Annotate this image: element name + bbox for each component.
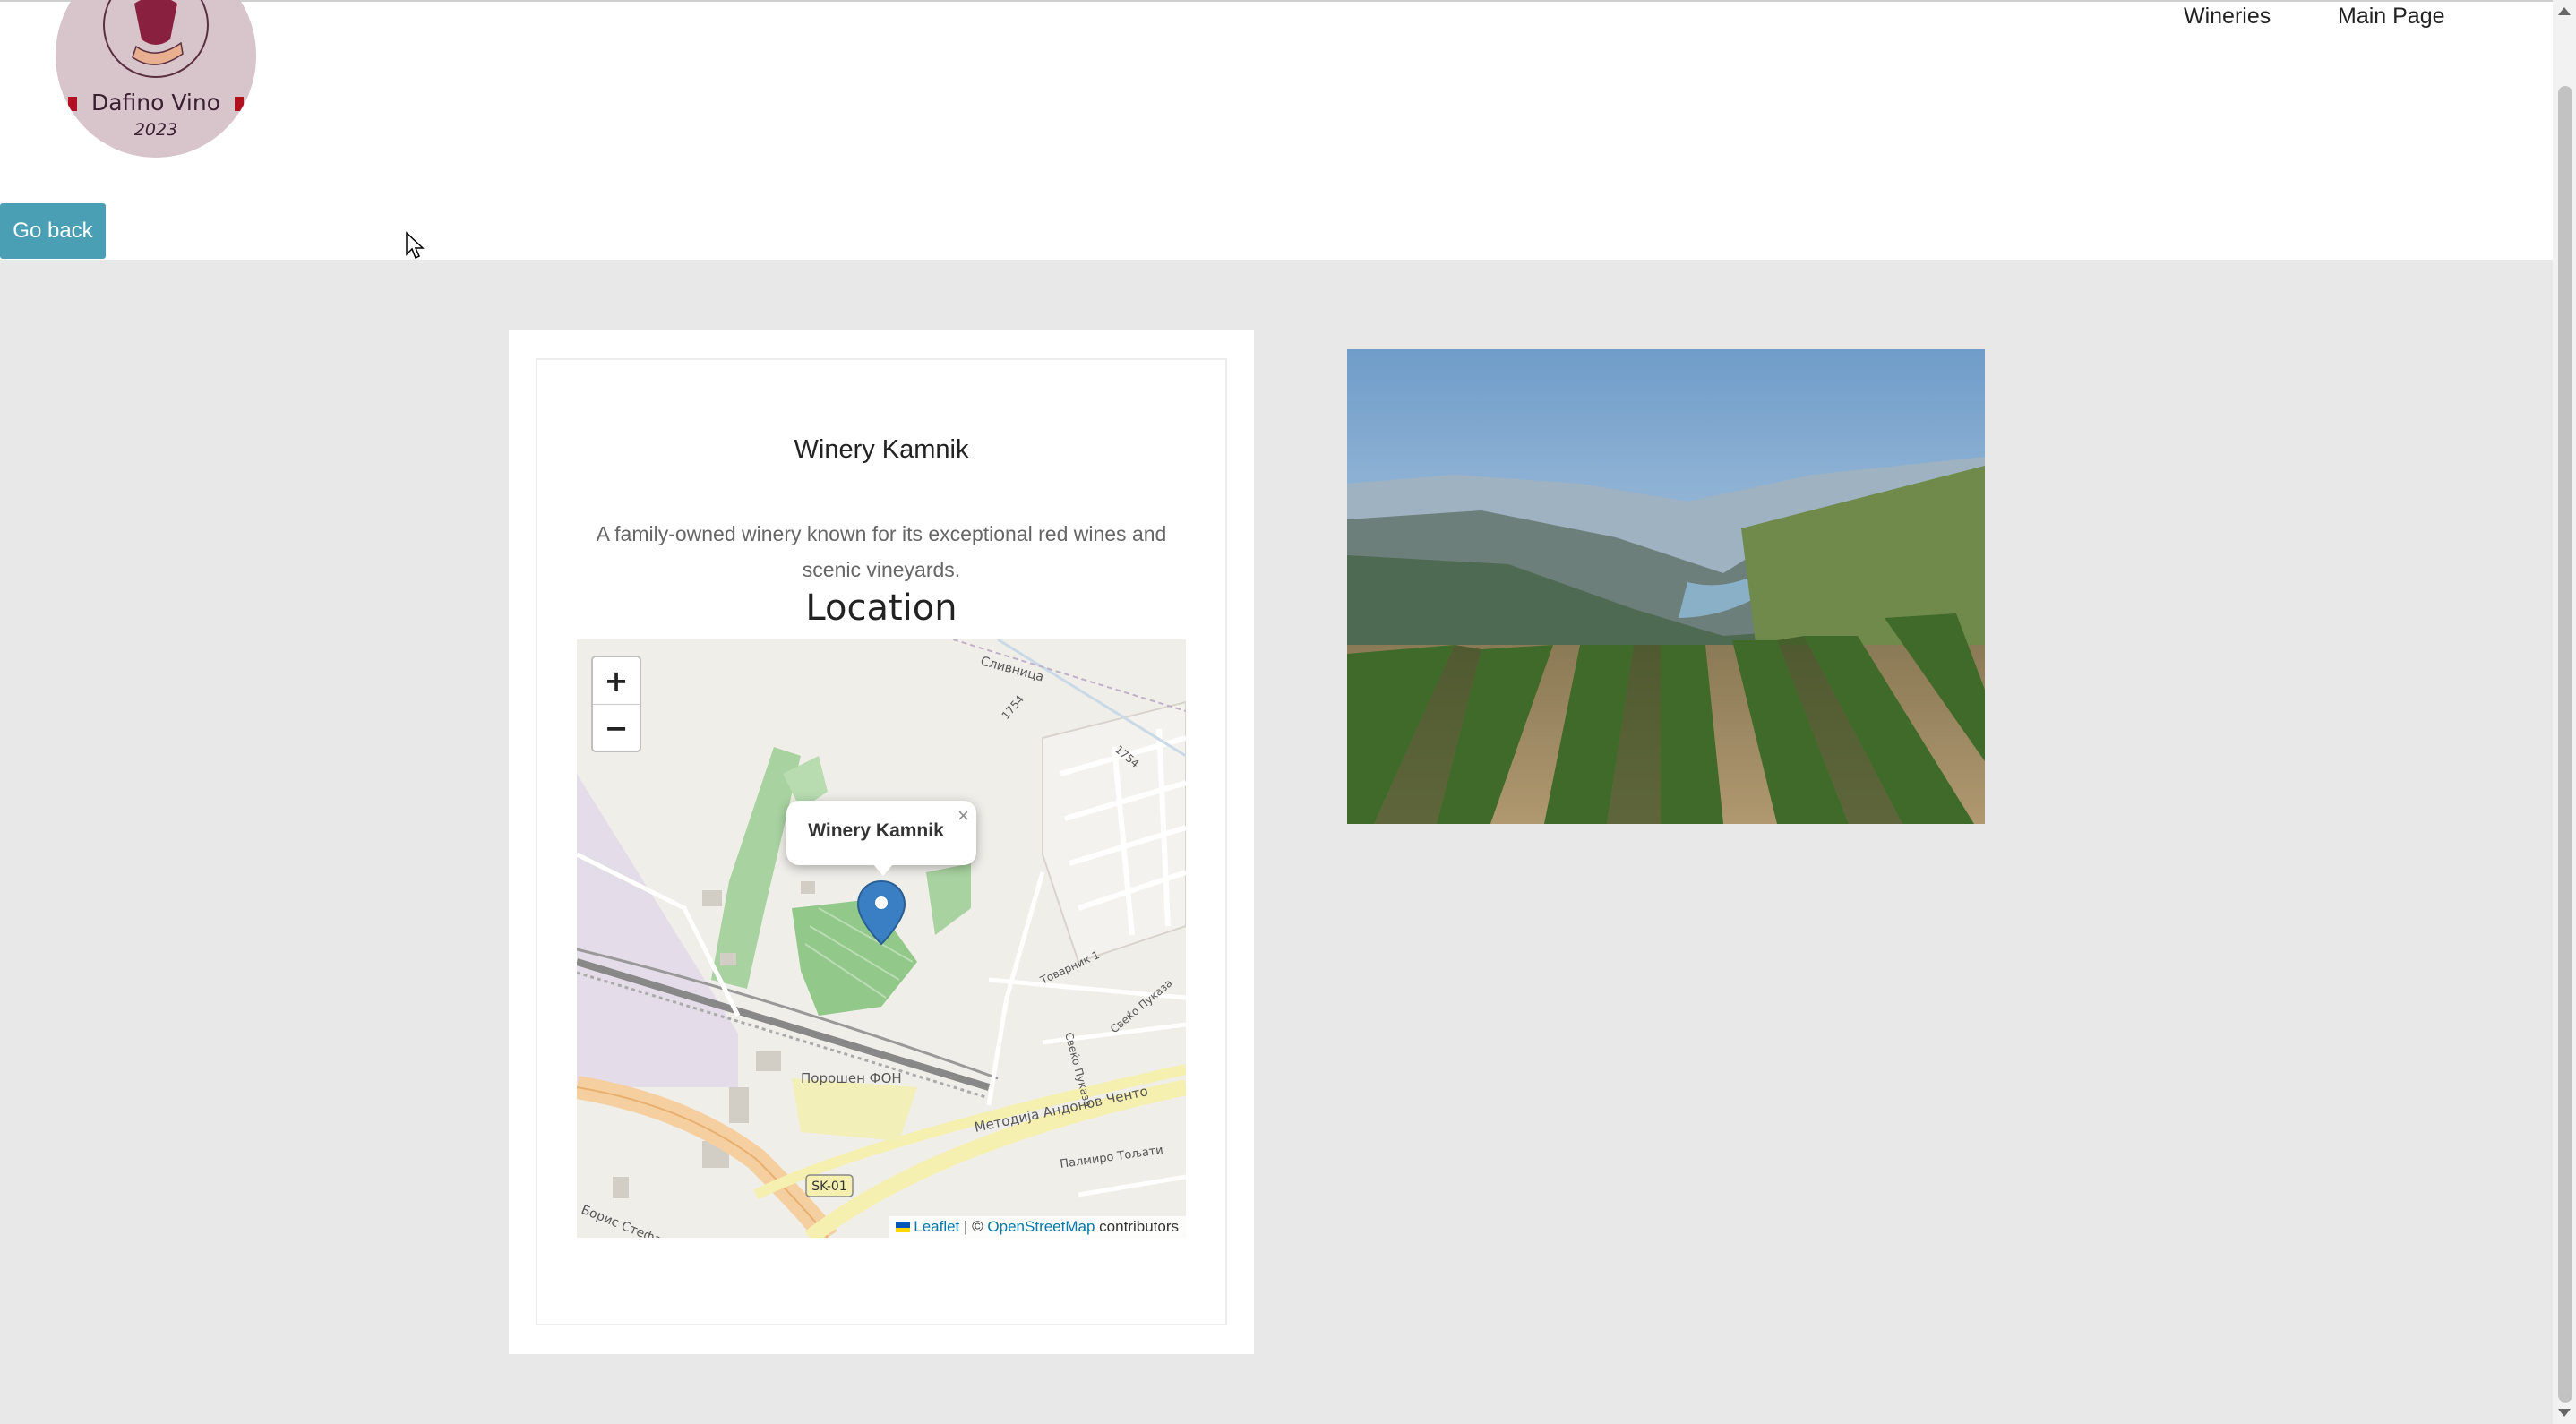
logo-year: 2023 xyxy=(133,120,178,140)
map-popup-label: Winery Kamnik xyxy=(808,820,944,841)
winery-card-body: Winery Kamnik A family-owned winery know… xyxy=(536,358,1227,1325)
winery-card: Winery Kamnik A family-owned winery know… xyxy=(509,330,1254,1354)
location-heading: Location xyxy=(805,588,957,629)
header: Dafino Vino 2023 Wineries Main Page Go b… xyxy=(0,0,2553,260)
nav-wineries-link[interactable]: Wineries xyxy=(2184,4,2271,30)
road-shield-label: SK-01 xyxy=(811,1180,846,1194)
popup-tip xyxy=(872,863,894,876)
mouse-cursor-icon xyxy=(406,231,425,260)
scroll-up-icon[interactable] xyxy=(2558,7,2571,15)
attribution-separator: | © xyxy=(964,1218,983,1235)
osm-link[interactable]: OpenStreetMap xyxy=(987,1218,1095,1235)
map-popup: Winery Kamnik × xyxy=(786,801,976,876)
page-scrollbar[interactable] xyxy=(2553,0,2576,1424)
site-logo[interactable]: Dafino Vino 2023 xyxy=(56,0,256,158)
map-tiles[interactable]: Сливница 1754 1754 Товарник 1 Свеќо Пука… xyxy=(577,639,1186,1238)
winery-description: A family-owned winery known for its exce… xyxy=(596,522,1167,581)
zoom-in-button[interactable]: + xyxy=(593,657,640,705)
map-attribution: Leaflet | © OpenStreetMap contributors xyxy=(889,1216,1186,1238)
go-back-button[interactable]: Go back xyxy=(0,203,106,259)
winery-photo xyxy=(1347,349,1985,824)
close-icon[interactable]: × xyxy=(957,804,969,828)
logo-name: Dafino Vino xyxy=(90,90,221,116)
nav-main-page-link[interactable]: Main Page xyxy=(2338,4,2445,30)
ukraine-flag-icon xyxy=(896,1222,911,1233)
location-map[interactable]: Сливница 1754 1754 Товарник 1 Свеќо Пука… xyxy=(577,639,1186,1238)
leaflet-link[interactable]: Leaflet xyxy=(914,1218,959,1235)
vineyard-image xyxy=(1347,349,1985,824)
scroll-down-icon[interactable] xyxy=(2558,1409,2571,1417)
zoom-out-button[interactable]: − xyxy=(593,705,640,751)
map-zoom-control: + − xyxy=(591,656,641,752)
map-label-area: Порошен ФОН xyxy=(801,1070,902,1086)
attribution-contributors: contributors xyxy=(1099,1218,1179,1235)
winery-name: Winery Kamnik xyxy=(794,435,969,464)
scroll-thumb[interactable] xyxy=(2558,86,2572,1403)
